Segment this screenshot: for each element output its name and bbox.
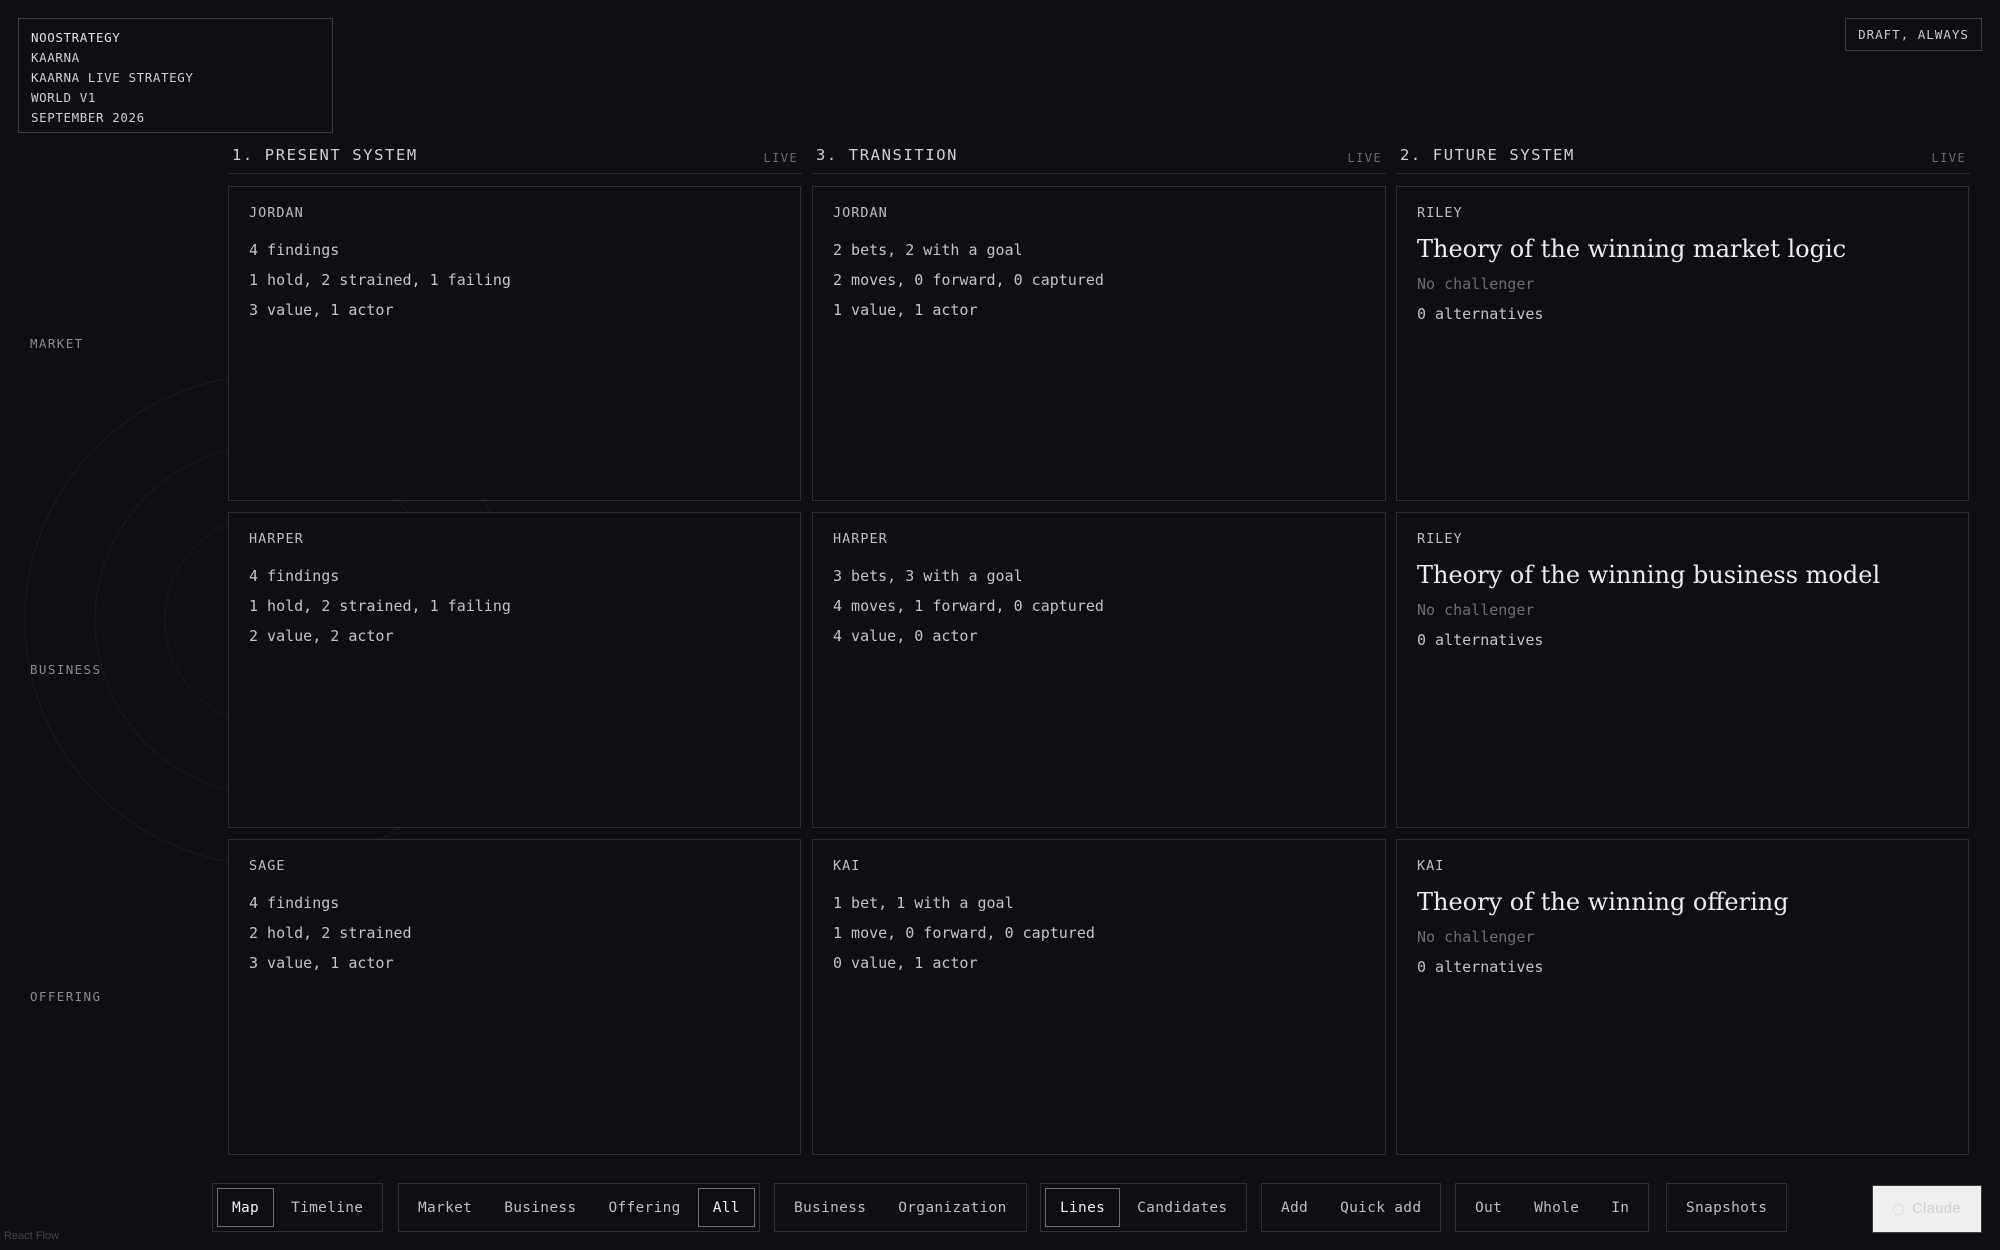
- candidates-button[interactable]: Candidates: [1122, 1188, 1242, 1227]
- card-owner: RILEY: [1417, 531, 1463, 547]
- column-title: 3. TRANSITION: [816, 146, 959, 164]
- card-findings: 4 findings: [249, 567, 340, 585]
- date-label: SEPTEMBER 2026: [31, 110, 145, 125]
- react-flow-attribution[interactable]: React Flow: [4, 1230, 59, 1242]
- card-value-summary: 3 value, 1 actor: [249, 301, 394, 319]
- card-future-business[interactable]: RILEY Theory of the winning business mod…: [1396, 512, 1969, 828]
- snapshots-group: Snapshots: [1666, 1183, 1788, 1232]
- card-transition-offering[interactable]: KAI 1 bet, 1 with a goal 1 move, 0 forwa…: [812, 839, 1386, 1155]
- column-title: 2. FUTURE SYSTEM: [1400, 146, 1575, 164]
- card-findings: 4 findings: [249, 894, 340, 912]
- card-owner: RILEY: [1417, 205, 1463, 221]
- card-moves: 4 moves, 1 forward, 0 captured: [833, 597, 1104, 615]
- card-status-summary: 2 hold, 2 strained: [249, 924, 412, 942]
- card-findings: 4 findings: [249, 241, 340, 259]
- column-status: LIVE: [1347, 151, 1382, 165]
- card-challenger: No challenger: [1417, 601, 1535, 619]
- workspace-info: NOOSTRATEGY KAARNA KAARNA LIVE STRATEGY …: [18, 18, 333, 133]
- card-bets: 1 bet, 1 with a goal: [833, 894, 1014, 912]
- row-label-offering: OFFERING: [30, 989, 102, 1004]
- card-owner: JORDAN: [833, 205, 888, 221]
- filter-all-button[interactable]: All: [697, 1188, 755, 1227]
- claude-button[interactable]: Claude: [1872, 1185, 1982, 1233]
- add-group: Add Quick add: [1261, 1183, 1442, 1232]
- card-status-summary: 1 hold, 2 strained, 1 failing: [249, 271, 511, 289]
- card-theory-title: Theory of the winning business model: [1417, 561, 1881, 589]
- card-owner: JORDAN: [249, 205, 304, 221]
- card-future-offering[interactable]: KAI Theory of the winning offering No ch…: [1396, 839, 1969, 1155]
- timeline-view-button[interactable]: Timeline: [276, 1188, 378, 1227]
- zoom-in-button[interactable]: In: [1596, 1188, 1644, 1227]
- column-title: 1. PRESENT SYSTEM: [232, 146, 418, 164]
- filter-business-button[interactable]: Business: [489, 1188, 591, 1227]
- claude-button-label: Claude: [1912, 1201, 1961, 1217]
- card-owner: SAGE: [249, 858, 286, 874]
- draft-badge: DRAFT, ALWAYS: [1845, 18, 1982, 51]
- filter-offering-button[interactable]: Offering: [593, 1188, 695, 1227]
- zoom-whole-button[interactable]: Whole: [1519, 1188, 1594, 1227]
- org-name: KAARNA: [31, 50, 80, 65]
- card-future-market[interactable]: RILEY Theory of the winning market logic…: [1396, 186, 1969, 501]
- row-label-market: MARKET: [30, 336, 84, 351]
- card-moves: 2 moves, 0 forward, 0 captured: [833, 271, 1104, 289]
- zoom-group: Out Whole In: [1455, 1183, 1650, 1232]
- card-present-business[interactable]: HARPER 4 findings 1 hold, 2 strained, 1 …: [228, 512, 801, 828]
- loading-spinner-icon: [1893, 1203, 1905, 1215]
- card-alternatives: 0 alternatives: [1417, 305, 1544, 323]
- card-bets: 2 bets, 2 with a goal: [833, 241, 1023, 259]
- card-owner: KAI: [1417, 858, 1445, 874]
- filter-market-button[interactable]: Market: [403, 1188, 487, 1227]
- strategy-name: KAARNA LIVE STRATEGY: [31, 70, 194, 85]
- card-alternatives: 0 alternatives: [1417, 631, 1544, 649]
- lines-button[interactable]: Lines: [1045, 1188, 1121, 1227]
- card-alternatives: 0 alternatives: [1417, 958, 1544, 976]
- card-owner: HARPER: [833, 531, 888, 547]
- scope-organization-button[interactable]: Organization: [883, 1188, 1021, 1227]
- card-present-market[interactable]: JORDAN 4 findings 1 hold, 2 strained, 1 …: [228, 186, 801, 501]
- display-mode-group: Lines Candidates: [1040, 1183, 1248, 1232]
- card-value-summary: 4 value, 0 actor: [833, 627, 978, 645]
- card-value-summary: 0 value, 1 actor: [833, 954, 978, 972]
- row-label-business: BUSINESS: [30, 662, 102, 677]
- card-moves: 1 move, 0 forward, 0 captured: [833, 924, 1095, 942]
- view-toggle-group: Map Timeline: [212, 1183, 384, 1232]
- column-header-future: 2. FUTURE SYSTEM LIVE: [1396, 140, 1970, 174]
- app-name: NOOSTRATEGY: [31, 30, 121, 45]
- map-view-button[interactable]: Map: [217, 1188, 275, 1227]
- zoom-out-button[interactable]: Out: [1460, 1188, 1517, 1227]
- card-theory-title: Theory of the winning offering: [1417, 888, 1789, 916]
- quick-add-button[interactable]: Quick add: [1325, 1188, 1436, 1227]
- card-value-summary: 3 value, 1 actor: [249, 954, 394, 972]
- column-status: LIVE: [763, 151, 798, 165]
- column-status: LIVE: [1931, 151, 1966, 165]
- card-theory-title: Theory of the winning market logic: [1417, 235, 1847, 263]
- card-value-summary: 1 value, 1 actor: [833, 301, 978, 319]
- card-status-summary: 1 hold, 2 strained, 1 failing: [249, 597, 511, 615]
- snapshots-button[interactable]: Snapshots: [1671, 1188, 1782, 1227]
- card-bets: 3 bets, 3 with a goal: [833, 567, 1023, 585]
- column-header-transition: 3. TRANSITION LIVE: [812, 140, 1386, 174]
- card-transition-market[interactable]: JORDAN 2 bets, 2 with a goal 2 moves, 0 …: [812, 186, 1386, 501]
- world-version: WORLD V1: [31, 90, 97, 105]
- layer-filter-group: Market Business Offering All: [398, 1183, 760, 1232]
- scope-business-button[interactable]: Business: [779, 1188, 881, 1227]
- scope-group: Business Organization: [774, 1183, 1027, 1232]
- card-value-summary: 2 value, 2 actor: [249, 627, 394, 645]
- card-transition-business[interactable]: HARPER 3 bets, 3 with a goal 4 moves, 1 …: [812, 512, 1386, 828]
- add-button[interactable]: Add: [1266, 1188, 1323, 1227]
- card-challenger: No challenger: [1417, 275, 1535, 293]
- column-header-present: 1. PRESENT SYSTEM LIVE: [228, 140, 802, 174]
- card-owner: KAI: [833, 858, 861, 874]
- card-challenger: No challenger: [1417, 928, 1535, 946]
- bottom-toolbar: Map Timeline Market Business Offering Al…: [0, 1183, 2000, 1233]
- card-present-offering[interactable]: SAGE 4 findings 2 hold, 2 strained 3 val…: [228, 839, 801, 1155]
- card-owner: HARPER: [249, 531, 304, 547]
